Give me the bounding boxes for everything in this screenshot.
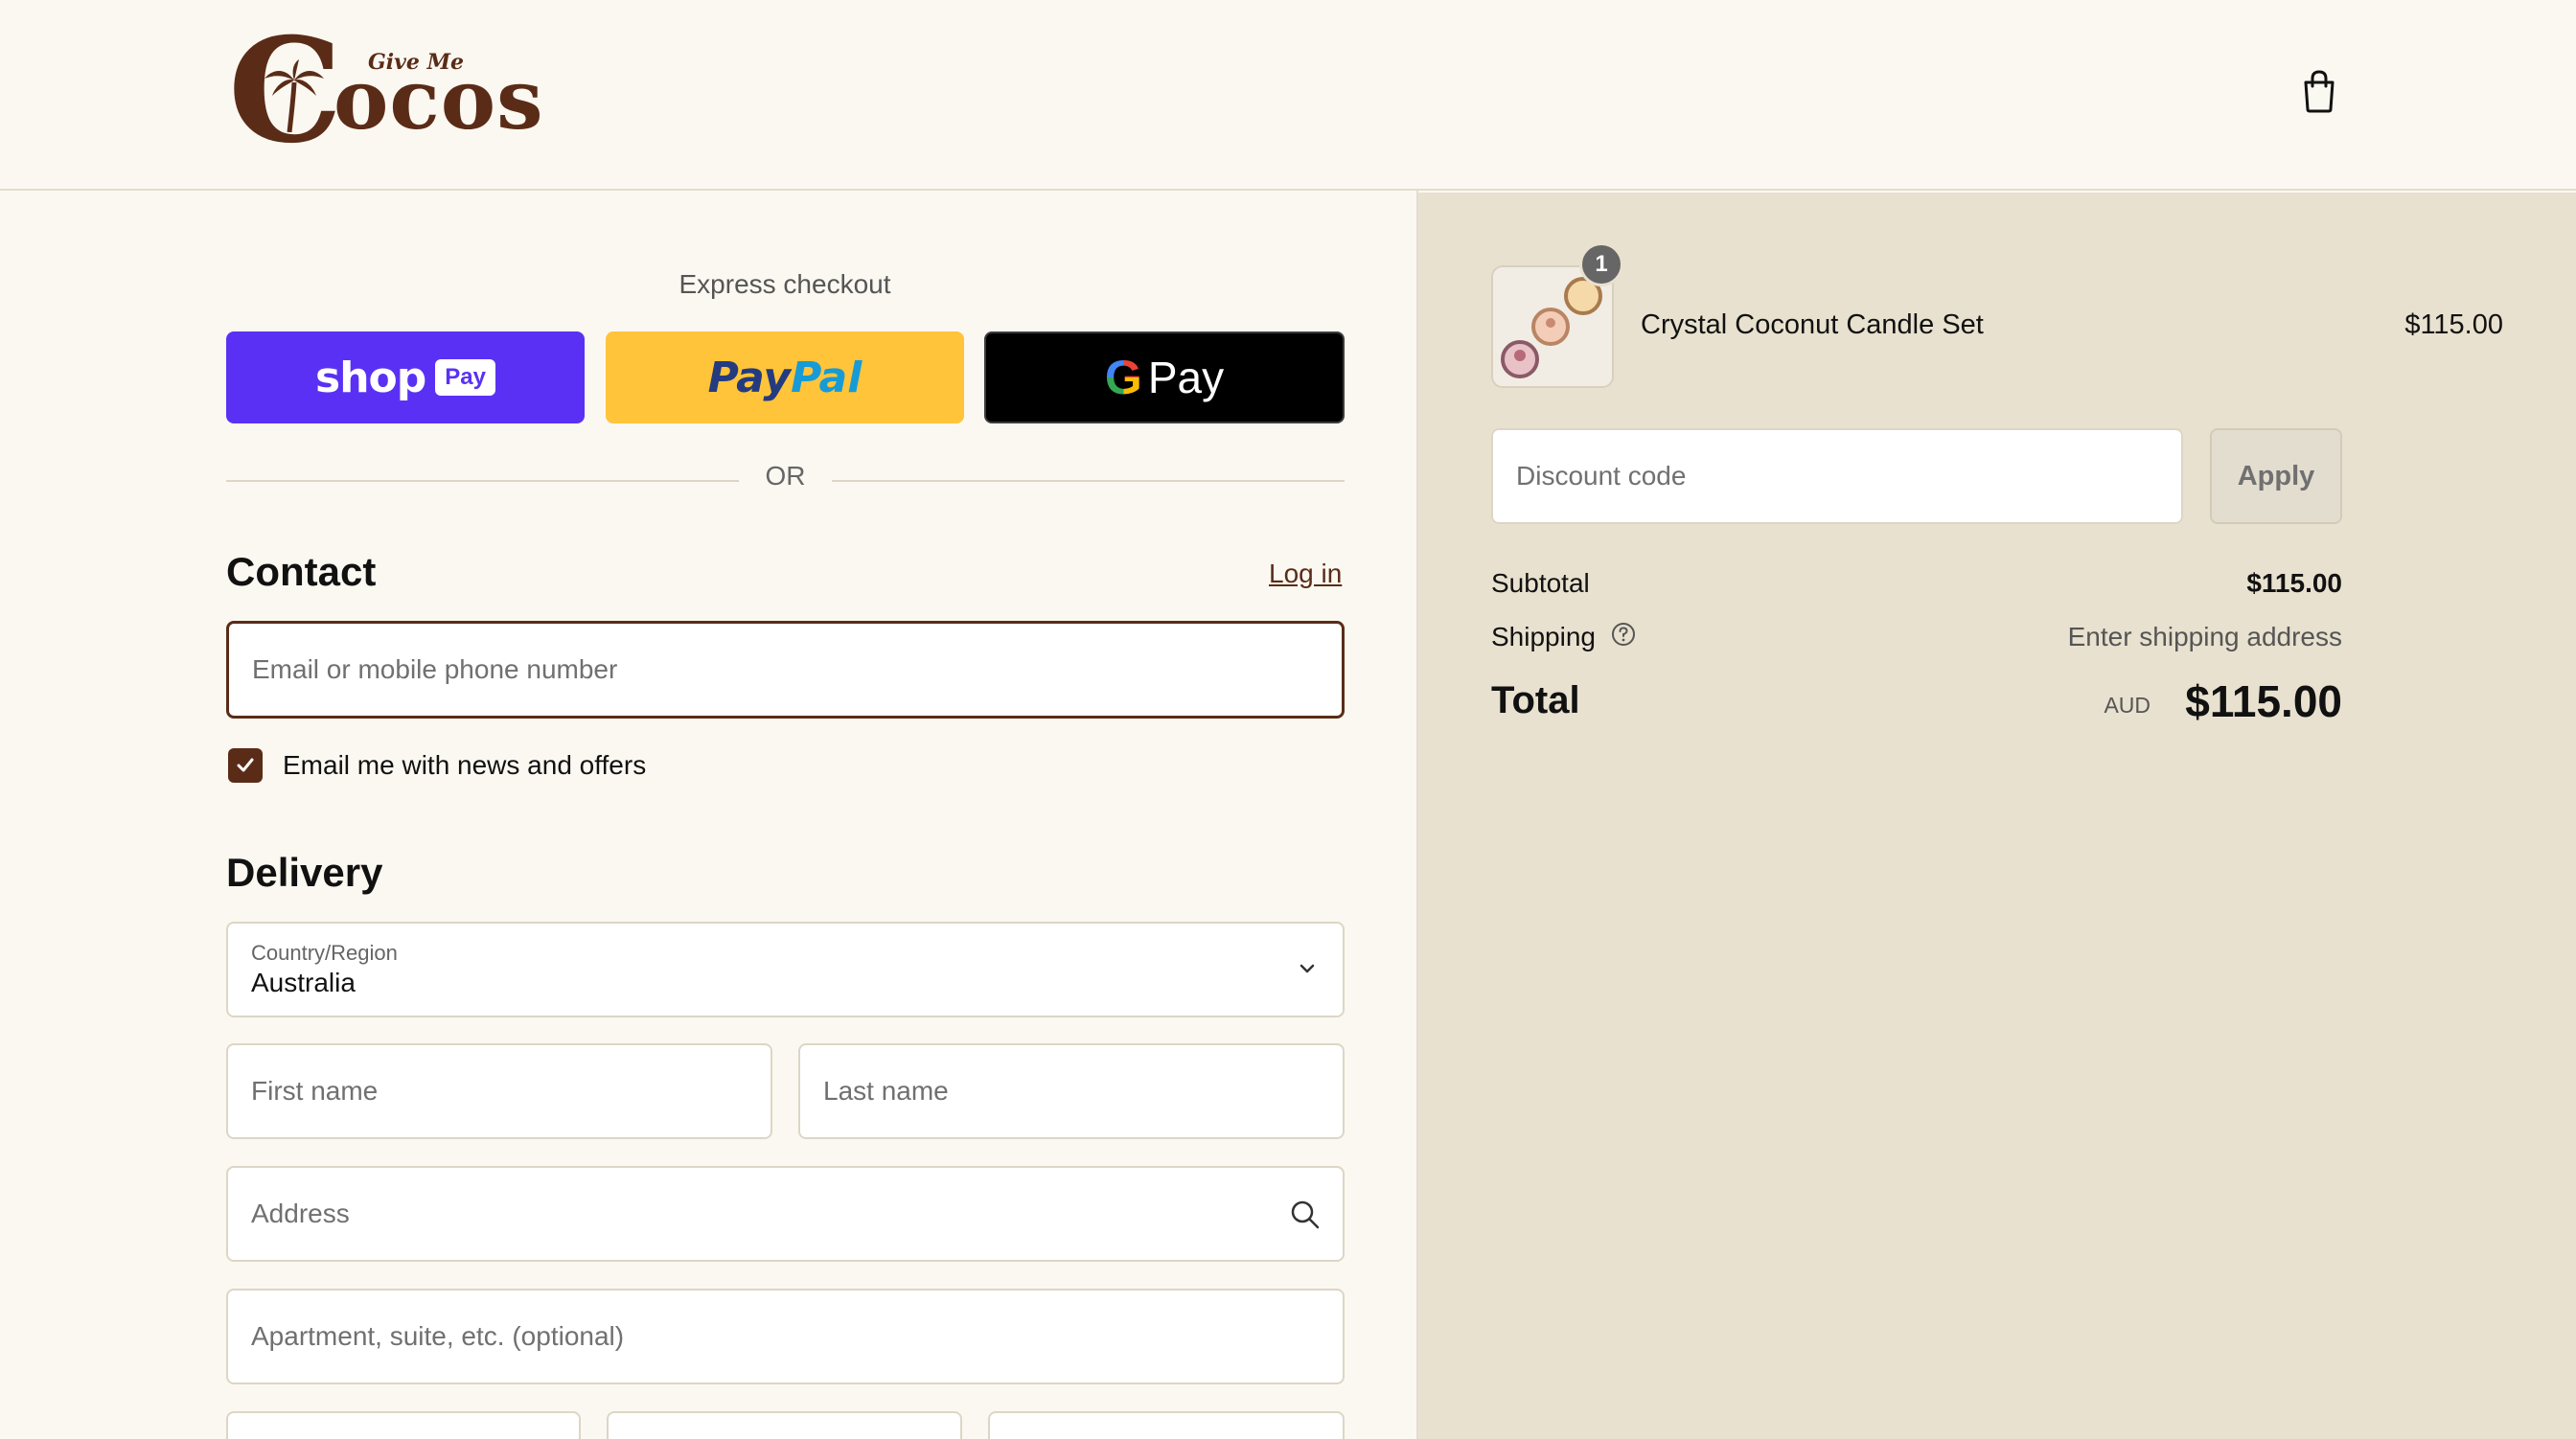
shop-pay-wordmark: shop <box>315 353 426 402</box>
shop-pay-badge: Pay <box>435 359 495 396</box>
newsletter-checkbox[interactable] <box>228 748 263 783</box>
shipping-label: Shipping <box>1491 622 1596 651</box>
apply-button[interactable]: Apply <box>2210 428 2342 524</box>
email-field[interactable] <box>226 621 1345 719</box>
google-pay-wordmark: G Pay <box>1104 351 1225 404</box>
newsletter-label: Email me with news and offers <box>283 750 647 780</box>
express-checkout-label: Express checkout <box>678 269 891 299</box>
search-icon[interactable] <box>1289 1199 1322 1231</box>
or-text: OR <box>765 461 806 491</box>
help-icon[interactable] <box>1611 622 1636 647</box>
product-price: $115.00 <box>2404 309 2503 340</box>
subtotal-value: $115.00 <box>2246 568 2342 598</box>
logo-initial: C <box>228 7 343 175</box>
contact-heading: Contact <box>226 549 377 594</box>
order-summary: 1 Crystal Coconut Candle Set $115.00 App… <box>1418 193 2576 1439</box>
total-label: Total <box>1491 679 1580 721</box>
postcode-field[interactable] <box>988 1411 1345 1439</box>
product-name: Crystal Coconut Candle Set <box>1641 309 1984 340</box>
country-select[interactable]: Country/Region Australia <box>226 922 1345 1017</box>
delivery-heading: Delivery <box>226 850 383 895</box>
state-field[interactable] <box>607 1411 962 1439</box>
or-divider: OR <box>226 461 1345 499</box>
google-g-icon: G <box>1104 351 1142 404</box>
checkmark-icon <box>237 758 254 772</box>
shopping-bag-icon[interactable] <box>2300 69 2338 113</box>
shop-pay-button[interactable]: shop Pay <box>226 331 585 423</box>
address-field[interactable] <box>226 1166 1345 1262</box>
total-currency: AUD <box>2104 693 2150 718</box>
paypal-wordmark: PayPal <box>707 353 862 402</box>
address-input[interactable] <box>251 1168 1343 1260</box>
discount-code-input[interactable] <box>1516 430 2181 522</box>
total-value: $115.00 <box>2185 676 2342 726</box>
site-header: C Give Me ocos <box>0 0 2576 191</box>
first-name-field[interactable] <box>226 1043 772 1139</box>
apartment-input[interactable] <box>251 1291 1343 1382</box>
email-input[interactable] <box>252 624 1342 716</box>
last-name-field[interactable] <box>798 1043 1345 1139</box>
chevron-down-icon <box>1300 964 1315 973</box>
apartment-field[interactable] <box>226 1289 1345 1384</box>
first-name-input[interactable] <box>251 1045 770 1137</box>
log-in-link[interactable]: Log in <box>1269 559 1342 589</box>
google-pay-button[interactable]: G Pay <box>984 331 1345 423</box>
logo[interactable]: C Give Me ocos <box>228 19 543 163</box>
country-value: Australia <box>251 968 356 997</box>
subtotal-label: Subtotal <box>1491 568 1590 598</box>
paypal-button[interactable]: PayPal <box>606 331 964 423</box>
last-name-input[interactable] <box>823 1045 1343 1137</box>
checkout-form-column: Express checkout shop Pay PayPal G Pay O… <box>0 193 1416 1439</box>
quantity-badge: 1 <box>1579 242 1623 286</box>
logo-wordmark: ocos <box>334 52 544 148</box>
country-label: Country/Region <box>251 941 398 965</box>
shipping-value: Enter shipping address <box>2067 622 2342 651</box>
discount-code-field[interactable] <box>1491 428 2183 524</box>
city-field[interactable] <box>226 1411 581 1439</box>
